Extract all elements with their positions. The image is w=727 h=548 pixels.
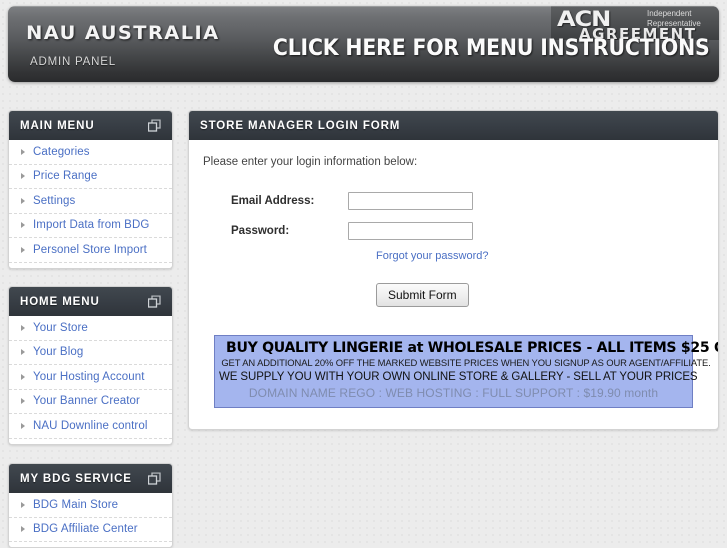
sidebar-item-your-banner-creator[interactable]: Your Banner Creator [9,389,172,414]
sidebar-panel-main-menu: MAIN MENU Categories Price Range Setting… [8,110,173,269]
sidebar-item-label: Your Store [33,321,88,334]
sidebar-bdg-service-list: BDG Main Store BDG Affiliate Center [9,493,172,542]
sidebar-item-bdg-main-store[interactable]: BDG Main Store [9,493,172,518]
site-header: NAU AUSTRALIA ADMIN PANEL ACN Independen… [8,6,719,82]
menu-instructions-link[interactable]: CLICK HERE FOR MENU INSTRUCTIONS [273,36,710,61]
sidebar-item-import-data-from-bdg[interactable]: Import Data from BDG [9,213,172,238]
password-field[interactable] [348,222,473,240]
sidebar-main-menu-header: MAIN MENU [9,111,172,140]
site-title: NAU AUSTRALIA [26,22,220,44]
sidebar-item-label: NAU Downline control [33,419,148,432]
triangle-right-icon [21,526,25,533]
sidebar-item-your-store[interactable]: Your Store [9,316,172,341]
password-field-row: Password: [203,222,704,240]
acn-logo: ACN Independent Representative AGREEMENT [551,6,719,40]
sidebar-bdg-service-title: MY BDG SERVICE [20,472,132,485]
copy-windows-icon[interactable] [147,471,161,485]
sidebar-item-label: Your Hosting Account [33,370,145,383]
triangle-right-icon [21,222,25,229]
sidebar-home-menu-header: HOME MENU [9,287,172,316]
copy-windows-icon[interactable] [147,118,161,132]
sidebar-home-menu-title: HOME MENU [20,295,100,308]
sidebar-home-menu-list: Your Store Your Blog Your Hosting Accoun… [9,316,172,439]
email-field-label: Email Address: [231,195,315,207]
advertisement-banner[interactable]: BUY QUALITY LINGERIE at WHOLESALE PRICES… [214,335,718,408]
triangle-right-icon [21,373,25,380]
login-form: Please enter your login information belo… [189,140,718,418]
sidebar-item-label: Categories [33,145,90,158]
triangle-right-icon [21,148,25,155]
triangle-right-icon [21,398,25,405]
sidebar-bdg-service-header: MY BDG SERVICE [9,464,172,493]
sidebar-item-label: BDG Affiliate Center [33,523,138,536]
password-field-label: Password: [231,225,290,237]
sidebar-item-personel-store-import[interactable]: Personel Store Import [9,238,172,263]
main-content-panel: STORE MANAGER LOGIN FORM Please enter yo… [188,110,719,430]
sidebar-item-your-hosting-account[interactable]: Your Hosting Account [9,365,172,390]
sidebar-item-nau-downline-control[interactable]: NAU Downline control [9,414,172,439]
sidebar-main-menu-title: MAIN MENU [20,119,95,132]
triangle-right-icon [21,501,25,508]
header-bar: NAU AUSTRALIA ADMIN PANEL ACN Independen… [8,6,719,82]
sidebar-item-settings[interactable]: Settings [9,189,172,214]
sidebar-item-label: Personel Store Import [33,243,147,256]
sidebar-panel-footer-spacer [9,438,172,444]
triangle-right-icon [21,422,25,429]
acn-tagline-line1: Independent [647,9,692,18]
triangle-right-icon [21,197,25,204]
sidebar-item-categories[interactable]: Categories [9,140,172,165]
triangle-right-icon [21,246,25,253]
forgot-password-row: Forgot your password? [203,248,704,262]
submit-form-button[interactable]: Submit Form [376,283,469,307]
copy-windows-icon[interactable] [147,294,161,308]
login-form-header: STORE MANAGER LOGIN FORM [189,111,718,140]
sidebar-item-label: Your Blog [33,346,84,359]
sidebar-panel-home-menu: HOME MENU Your Store Your Blog Your Host… [8,286,173,445]
sidebar-item-bdg-affiliate-center[interactable]: BDG Affiliate Center [9,517,172,542]
sidebar-panel-my-bdg-service: MY BDG SERVICE BDG Main Store BDG Affili… [8,463,173,548]
triangle-right-icon [21,349,25,356]
ad-headline: BUY QUALITY LINGERIE at WHOLESALE PRICES… [226,340,718,356]
sidebar-panel-footer-spacer [9,262,172,268]
ad-subline-2: WE SUPPLY YOU WITH YOUR OWN ONLINE STORE… [219,371,698,383]
ad-subline-3: DOMAIN NAME REGO : WEB HOSTING : FULL SU… [248,386,659,400]
login-instructions: Please enter your login information belo… [203,156,418,168]
site-subtitle: ADMIN PANEL [30,56,116,68]
sidebar-main-menu-list: Categories Price Range Settings Import D… [9,140,172,263]
triangle-right-icon [21,324,25,331]
sidebar-item-label: Price Range [33,170,98,183]
page-title: STORE MANAGER LOGIN FORM [200,119,401,132]
sidebar-item-label: Settings [33,194,76,207]
sidebar-item-label: Import Data from BDG [33,219,150,232]
sidebar-item-label: Your Banner Creator [33,395,140,408]
email-field[interactable] [348,192,473,210]
email-field-row: Email Address: [203,192,704,210]
sidebar-item-price-range[interactable]: Price Range [9,164,172,189]
sidebar-item-label: BDG Main Store [33,498,119,511]
ad-subline-1: GET AN ADDITIONAL 20% OFF THE MARKED WEB… [221,358,711,369]
forgot-password-link[interactable]: Forgot your password? [376,250,489,262]
sidebar-item-your-blog[interactable]: Your Blog [9,340,172,365]
triangle-right-icon [21,173,25,180]
submit-row: Submit Form [203,283,704,307]
